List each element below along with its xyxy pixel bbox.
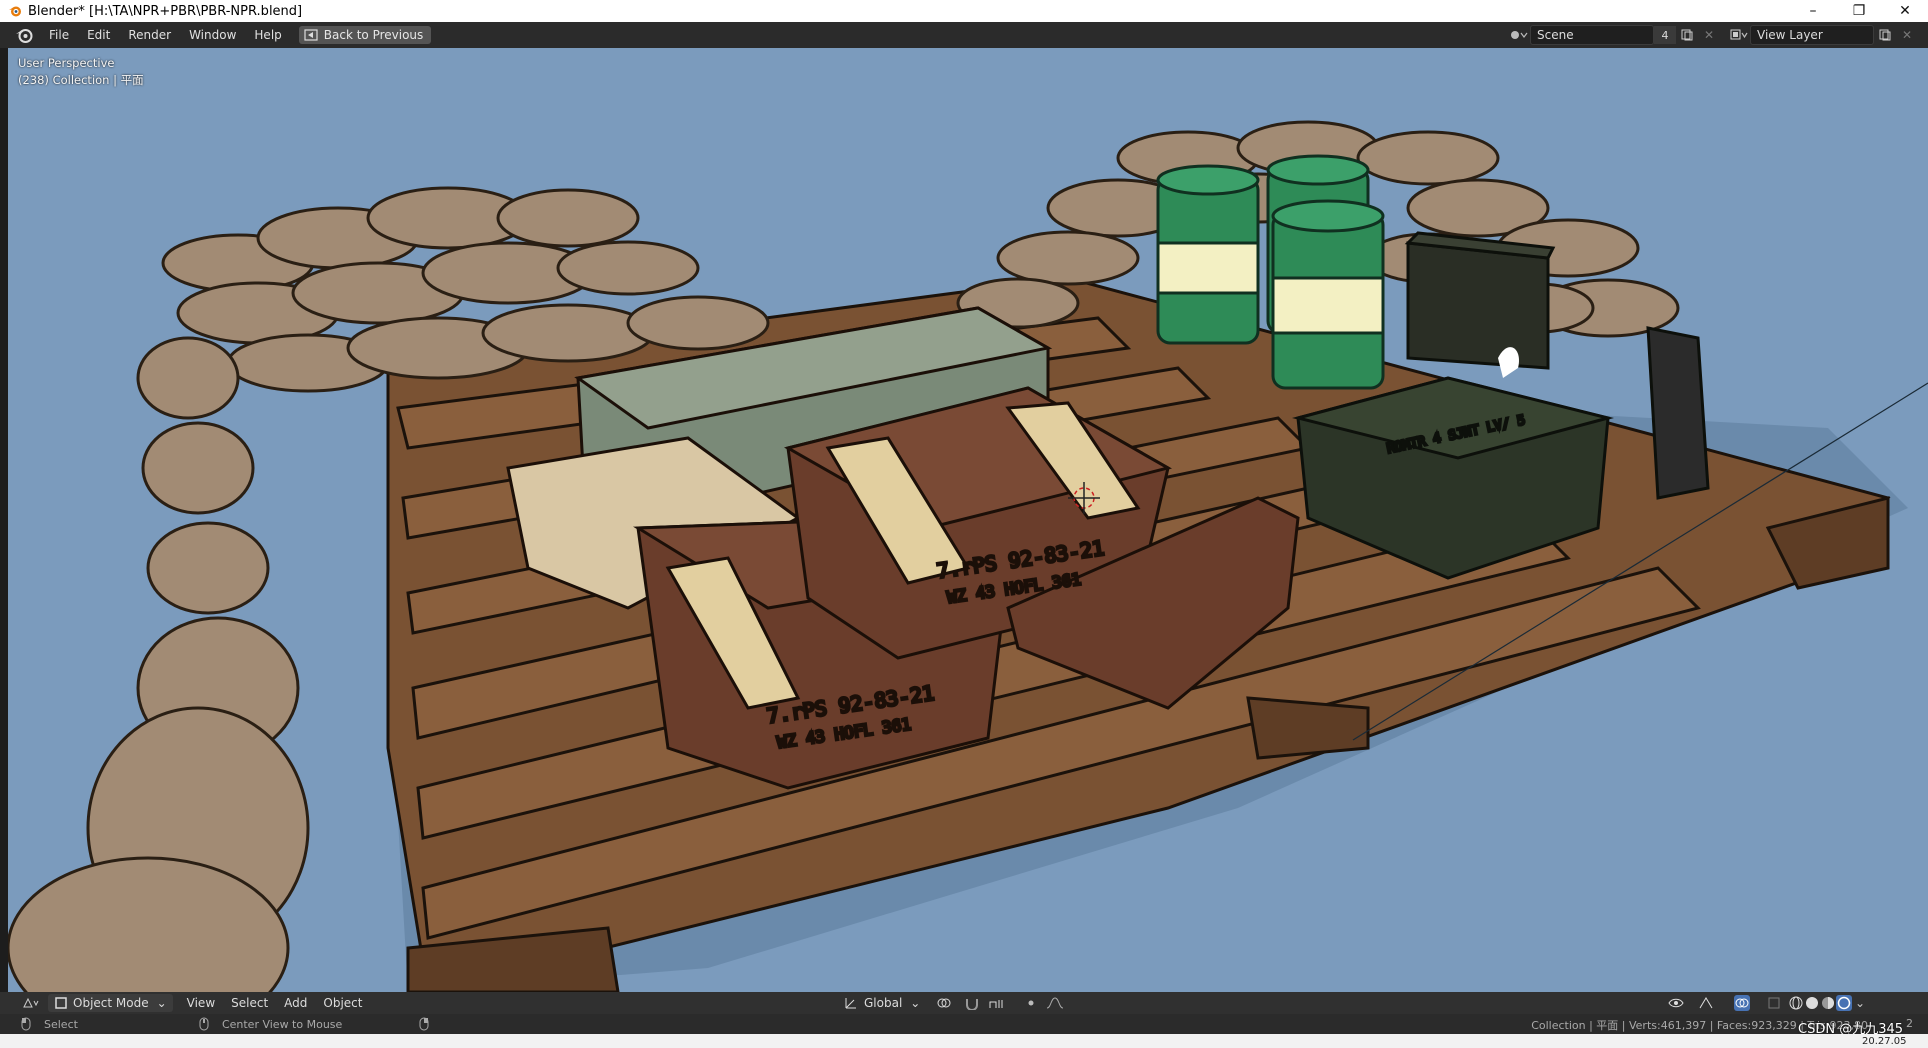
falloff-icon[interactable] (1042, 994, 1070, 1012)
mouse-middle-icon (199, 1017, 209, 1031)
perspective-label: User Perspective (18, 56, 115, 70)
taskbar-strip (0, 1034, 1928, 1048)
viewport-display-tools: ⌄ (1668, 994, 1868, 1012)
snap-target-icon[interactable] (984, 994, 1014, 1012)
visibility-eye-icon[interactable] (1668, 995, 1684, 1011)
taskbar-clock: 20.27.05 (1862, 1036, 1907, 1047)
scene-statistics-tail: 2 (1906, 1017, 1913, 1030)
menu-render[interactable]: Render (119, 22, 180, 48)
window-title-bar: Blender* [H:\TA\NPR+PBR\PBR-NPR.blend] –… (0, 0, 1928, 22)
mouse-right-icon (419, 1017, 429, 1031)
overlays-icon[interactable] (1734, 995, 1750, 1011)
object-mode-dropdown[interactable]: Object Mode ⌄ (48, 994, 173, 1012)
minimize-button[interactable]: – (1790, 0, 1836, 22)
scene-selector-group: Scene 4 ✕ View Layer ✕ (1508, 25, 1918, 45)
mouse-left-icon (21, 1017, 31, 1031)
scene-users-count: 4 (1654, 26, 1676, 44)
view-layer-field[interactable]: View Layer (1750, 25, 1874, 45)
close-button[interactable]: ✕ (1882, 0, 1928, 22)
chevron-down-icon: ⌄ (156, 996, 167, 1010)
viewport-menu-add[interactable]: Add (276, 996, 315, 1010)
scene-name-field[interactable]: Scene (1530, 25, 1654, 45)
status-center-view-label: Center View to Mouse (221, 1017, 343, 1031)
blender-menu-icon[interactable] (14, 25, 34, 45)
delete-view-layer-icon[interactable]: ✕ (1896, 25, 1918, 45)
viewport-header: Object Mode ⌄ View Select Add Object Glo… (0, 992, 1928, 1014)
scene-name: Scene (1537, 28, 1574, 42)
window-title: Blender* [H:\TA\NPR+PBR\PBR-NPR.blend] (28, 3, 303, 19)
status-select-label: Select (44, 1017, 78, 1031)
new-view-layer-icon[interactable] (1874, 25, 1896, 45)
mode-label: Object Mode (73, 996, 149, 1010)
viewport-render: ROMTR 4 SJNT LV/ 5 7.rPS 92-83-21 WZ 43 … (8, 120, 1928, 992)
status-bar: Select Center View to Mouse Collection |… (0, 1014, 1928, 1034)
rendered-shading-icon[interactable] (1836, 995, 1852, 1011)
object-mode-icon (55, 997, 67, 1009)
proportional-editing-icon[interactable] (1020, 994, 1042, 1012)
shading-options-chevron-icon[interactable]: ⌄ (1852, 995, 1868, 1011)
scene-browse-icon[interactable] (1508, 25, 1530, 45)
blender-top-bar: File Edit Render Window Help Back to Pre… (0, 22, 1928, 48)
menu-edit[interactable]: Edit (78, 22, 119, 48)
viewport-menu-view[interactable]: View (179, 996, 223, 1010)
menu-help[interactable]: Help (245, 22, 290, 48)
collection-label: (238) Collection | 平面 (18, 73, 144, 87)
menu-window[interactable]: Window (180, 22, 245, 48)
back-button-label: Back to Previous (323, 28, 424, 42)
view-layer-browse-icon[interactable] (1728, 25, 1750, 45)
orientation-label: Global (864, 996, 903, 1010)
back-to-previous-button[interactable]: Back to Previous (298, 26, 432, 44)
xray-icon[interactable] (1766, 995, 1782, 1011)
menu-file[interactable]: File (40, 22, 78, 48)
restore-button[interactable]: ❐ (1836, 0, 1882, 22)
view-layer-name: View Layer (1757, 28, 1823, 42)
wireframe-shading-icon[interactable] (1788, 995, 1804, 1011)
chevron-down-icon: ⌄ (910, 996, 921, 1010)
new-scene-icon[interactable] (1676, 25, 1698, 45)
orientation-dropdown[interactable]: Global ⌄ (840, 994, 924, 1012)
material-preview-icon[interactable] (1820, 995, 1836, 1011)
gizmo-icon[interactable] (1698, 995, 1714, 1011)
back-icon (304, 29, 318, 41)
3d-viewport[interactable]: ROMTR 4 SJNT LV/ 5 7.rPS 92-83-21 WZ 43 … (8, 48, 1928, 992)
snap-toggle-icon[interactable] (960, 994, 984, 1012)
viewport-editor-icon (23, 997, 39, 1008)
viewport-menu-select[interactable]: Select (223, 996, 276, 1010)
solid-shading-icon[interactable] (1804, 995, 1820, 1011)
pivot-point-icon[interactable] (932, 994, 960, 1012)
viewport-menu-object[interactable]: Object (315, 996, 370, 1010)
transform-orientation-icon (845, 998, 856, 1009)
delete-scene-icon[interactable]: ✕ (1698, 25, 1720, 45)
editor-type-dropdown[interactable] (18, 994, 44, 1012)
transform-tools: Global ⌄ (840, 994, 1070, 1012)
blender-logo-icon (9, 6, 21, 17)
